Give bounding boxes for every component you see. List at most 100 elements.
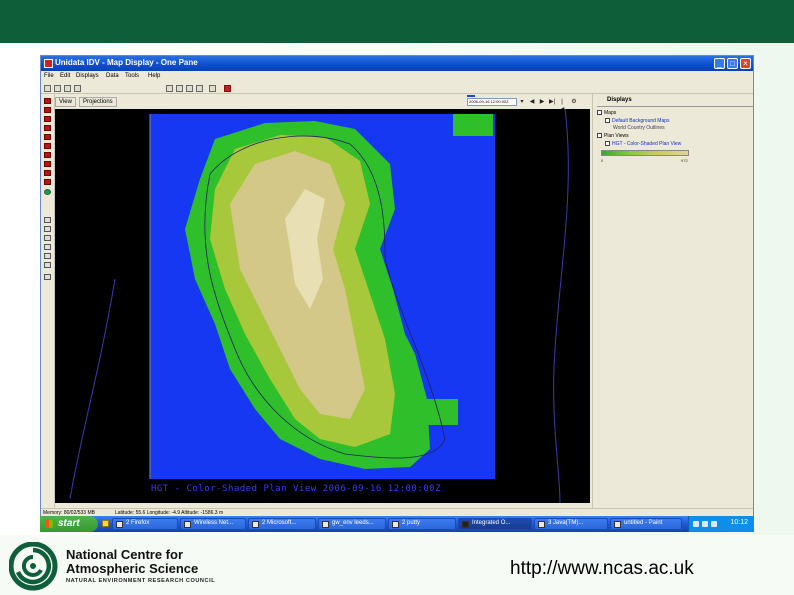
time-select[interactable]: 2006-09-16 12:00:00Z xyxy=(467,98,517,106)
zoom-in-icon[interactable] xyxy=(44,107,51,113)
stop-icon[interactable] xyxy=(224,85,231,92)
maximize-button[interactable]: □ xyxy=(727,58,738,69)
java-icon xyxy=(538,521,545,528)
dashboard-icon[interactable] xyxy=(176,85,183,92)
office-icon xyxy=(252,521,259,528)
maps-section[interactable]: Maps xyxy=(597,110,616,116)
plan-views-checkbox[interactable] xyxy=(597,133,602,139)
menu-edit[interactable]: Edit xyxy=(60,73,70,79)
pan-down-icon[interactable] xyxy=(44,226,51,232)
background-maps-item[interactable]: Default Background Maps xyxy=(605,118,670,124)
task-label: 2 Microsoft... xyxy=(262,520,297,526)
network-icon xyxy=(184,521,191,528)
terminal-icon xyxy=(392,521,399,528)
firefox-icon xyxy=(116,521,123,528)
west-view-icon[interactable] xyxy=(44,179,51,185)
south-view-icon[interactable] xyxy=(44,170,51,176)
task-paint[interactable]: untitled - Paint xyxy=(610,518,682,530)
task-label: 2 putty xyxy=(402,520,421,526)
menu-file[interactable]: File xyxy=(44,73,54,79)
play-icon[interactable]: ▶ xyxy=(539,98,545,106)
maps-label: Maps xyxy=(604,110,617,116)
task-wireless[interactable]: Wireless Net... xyxy=(180,518,246,530)
displays-header: Displays xyxy=(597,97,753,107)
map-display[interactable]: HGT - Color-Shaded Plan View 2006-09-16 … xyxy=(55,109,590,503)
minimize-button[interactable]: _ xyxy=(714,58,725,69)
volume-icon[interactable] xyxy=(693,521,699,527)
window-title: Unidata IDV - Map Display - One Pane xyxy=(55,58,198,67)
small-island xyxy=(420,399,458,425)
capture-icon[interactable] xyxy=(44,274,51,280)
first-frame-icon[interactable]: |◀ xyxy=(559,98,565,113)
tab-view[interactable]: View xyxy=(55,97,76,107)
slide-footer: National Centre for Atmospheric Science … xyxy=(0,535,794,595)
maps-checkbox[interactable] xyxy=(597,110,602,116)
task-label: Wireless Net... xyxy=(194,520,234,526)
time-settings-icon[interactable]: ⚙ xyxy=(571,98,577,106)
save-icon[interactable] xyxy=(64,85,71,92)
home-icon[interactable] xyxy=(44,98,51,104)
plan-views-section[interactable]: Plan Views xyxy=(597,133,629,139)
task-putty[interactable]: 2 putty xyxy=(388,518,456,530)
menu-help[interactable]: Help xyxy=(148,73,160,79)
app-icon xyxy=(44,59,53,68)
rotate-icon[interactable] xyxy=(44,253,51,259)
menu-data[interactable]: Data xyxy=(106,73,119,79)
step-forward-icon[interactable]: ▶| xyxy=(549,98,555,106)
start-label: start xyxy=(58,518,80,529)
task-microsoft[interactable]: 2 Microsoft... xyxy=(248,518,316,530)
org-parent: NATURAL ENVIRONMENT RESEARCH COUNCIL xyxy=(66,578,216,584)
new-icon[interactable] xyxy=(44,85,51,92)
refresh-icon[interactable] xyxy=(74,85,81,92)
step-back-icon[interactable]: ◀ xyxy=(529,98,535,106)
folder-icon xyxy=(322,521,329,528)
task-folder[interactable]: gw_env leeds... xyxy=(318,518,386,530)
paint-icon xyxy=(614,521,621,528)
globe-icon[interactable] xyxy=(196,85,203,92)
close-button[interactable]: × xyxy=(740,58,751,69)
ncas-logo-icon xyxy=(9,542,58,591)
task-label: Integrated O... xyxy=(472,520,511,526)
east-view-icon[interactable] xyxy=(44,161,51,167)
quicklaunch-icon[interactable] xyxy=(102,520,109,527)
tilt-icon[interactable] xyxy=(44,262,51,268)
data-chooser-icon[interactable] xyxy=(166,85,173,92)
map-icon[interactable] xyxy=(186,85,193,92)
pan-left-icon[interactable] xyxy=(44,235,51,241)
globe-view-icon[interactable] xyxy=(44,189,51,195)
open-icon[interactable] xyxy=(54,85,61,92)
pan-right-icon[interactable] xyxy=(44,244,51,250)
hgt-checkbox[interactable] xyxy=(605,141,610,147)
task-integrated[interactable]: Integrated O... xyxy=(458,518,532,530)
reset-icon[interactable] xyxy=(44,125,51,131)
time-dropdown-icon[interactable]: ▾ xyxy=(519,98,525,106)
zoom-out-icon[interactable] xyxy=(44,116,51,122)
time-controls: 2006-09-16 12:00:00Z ▾ ◀ ▶ ▶| |◀ ⚙ xyxy=(467,96,591,113)
tab-projections[interactable]: Projections xyxy=(79,97,117,107)
menu-displays[interactable]: Displays xyxy=(76,73,99,79)
hgt-display-item[interactable]: HGT - Color-Shaded Plan View xyxy=(605,141,681,147)
task-label: untitled - Paint xyxy=(624,520,663,526)
pan-up-icon[interactable] xyxy=(44,217,51,223)
bottom-view-icon[interactable] xyxy=(44,143,51,149)
terrain-map xyxy=(69,109,569,503)
network-tray-icon[interactable] xyxy=(702,521,708,527)
org-name-line1: National Centre for xyxy=(66,547,184,562)
top-view-icon[interactable] xyxy=(44,134,51,140)
world-outlines-label: World Country Outlines xyxy=(613,125,665,131)
toolbar xyxy=(41,83,753,94)
zoom-icon[interactable] xyxy=(209,85,216,92)
website-url[interactable]: http://www.ncas.ac.uk xyxy=(510,558,694,580)
title-bar[interactable]: Unidata IDV - Map Display - One Pane _ □… xyxy=(41,56,753,71)
north-view-icon[interactable] xyxy=(44,152,51,158)
hgt-label: HGT - Color-Shaded Plan View xyxy=(612,141,682,147)
security-icon[interactable] xyxy=(711,521,717,527)
displays-panel: Displays Maps Default Background Maps Wo… xyxy=(592,94,753,509)
start-button[interactable]: start xyxy=(40,516,98,532)
console-icon xyxy=(462,521,469,528)
background-maps-checkbox[interactable] xyxy=(605,118,610,124)
menu-tools[interactable]: Tools xyxy=(125,73,139,79)
menu-bar: File Edit Displays Data Tools Help xyxy=(41,71,753,83)
task-firefox[interactable]: 2 Firefox xyxy=(112,518,178,530)
task-java[interactable]: 3 Java(TM)... xyxy=(534,518,608,530)
